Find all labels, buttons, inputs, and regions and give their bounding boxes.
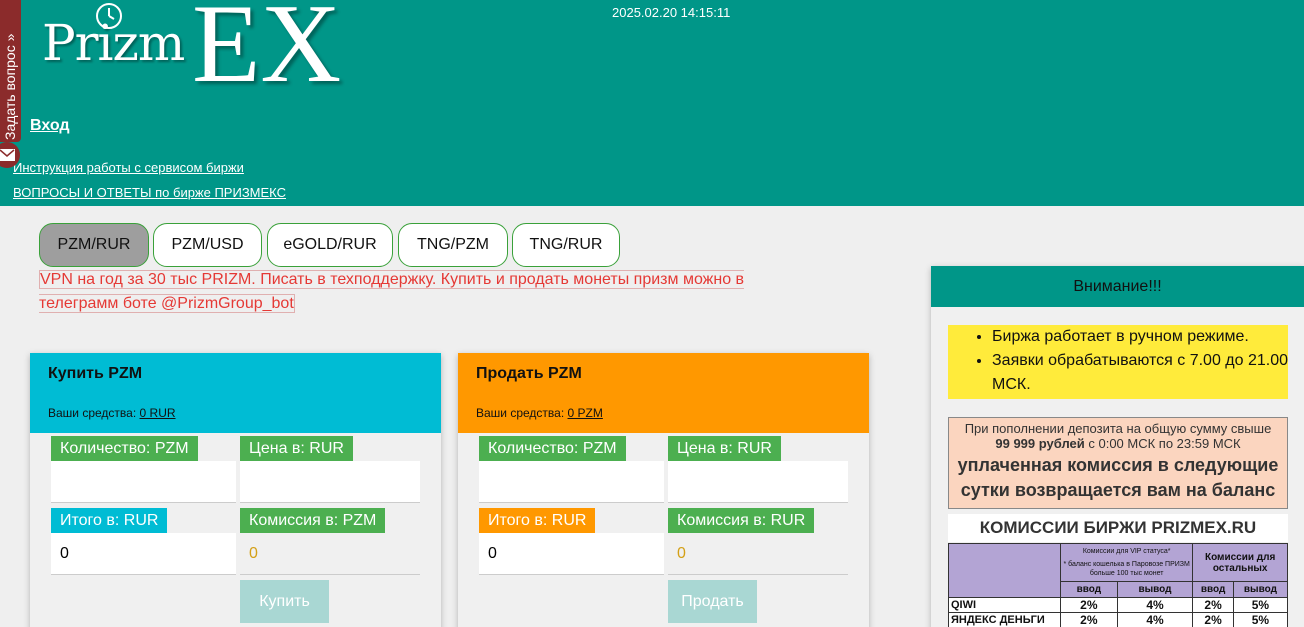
buy-fee-label: Комиссия в: PZM <box>240 508 386 534</box>
logo-ex-text: EX <box>192 0 342 106</box>
table-row: ЯНДЕКС ДЕНЬГИ 2% 4% 2% 5% <box>948 612 1289 627</box>
buy-button[interactable]: Купить <box>240 580 329 623</box>
sell-qty-label: Количество: PZM <box>479 436 626 462</box>
ask-question-tab[interactable]: Задать вопрос » <box>0 0 21 142</box>
sell-button[interactable]: Продать <box>668 580 757 623</box>
promo-line-1: При пополнении депозита на общую сумму с… <box>964 421 1272 436</box>
login-link[interactable]: Вход <box>30 117 70 135</box>
buy-total-input[interactable]: 0 <box>51 533 236 575</box>
others-header: Комиссии для остальных <box>1192 543 1288 582</box>
vip-header: Комиссии для VIP статуса* * баланс кошел… <box>1059 543 1194 582</box>
buy-fee-value: 0 <box>240 533 420 575</box>
server-datetime: 2025.02.20 14:15:11 <box>612 5 731 20</box>
buy-funds: Ваши средства: 0 RUR <box>48 406 176 420</box>
attention-list: Биржа работает в ручном режиме. Заявки о… <box>948 325 1288 399</box>
tab-pzm-rur[interactable]: PZM/RUR <box>39 223 149 267</box>
notice-banner: VPN на год за 30 тыс PRIZM. Писать в тех… <box>39 268 799 316</box>
buy-title: Купить PZM <box>48 365 143 382</box>
instructions-link[interactable]: Инструкция работы с сервисом биржи <box>13 160 244 175</box>
deposit-promo: При пополнении депозита на общую сумму с… <box>948 417 1288 509</box>
prizmex-logo[interactable]: Prizm EX <box>40 0 370 100</box>
sell-panel: Продать PZM Ваши средства: 0 PZM Количес… <box>458 353 869 627</box>
attention-panel: Внимание!!! Биржа работает в ручном режи… <box>931 266 1304 627</box>
commission-table: Комиссии для VIP статуса* * баланс кошел… <box>948 543 1289 627</box>
tab-egold-rur[interactable]: eGOLD/RUR <box>267 223 393 267</box>
tab-tng-pzm[interactable]: TNG/PZM <box>398 223 508 267</box>
sell-title: Продать PZM <box>476 365 582 382</box>
buy-panel-header: Купить PZM Ваши средства: 0 RUR <box>30 353 441 433</box>
sell-qty-input[interactable] <box>479 461 664 503</box>
clock-icon <box>96 3 122 29</box>
sell-total-label: Итого в: RUR <box>479 508 596 534</box>
sell-funds: Ваши средства: 0 PZM <box>476 406 603 420</box>
buy-price-input[interactable] <box>240 461 420 503</box>
attention-title: Внимание!!! <box>931 266 1304 307</box>
tab-tng-rur[interactable]: TNG/RUR <box>512 223 620 267</box>
col-vip-out: вывод <box>1116 581 1194 598</box>
promo-line-2: 99 999 рублей с 0:00 МСК по 23:59 МСК <box>995 436 1241 451</box>
sell-fee-value: 0 <box>668 533 848 575</box>
commission-title: КОМИССИИ БИРЖИ PRIZMEX.RU <box>948 514 1288 542</box>
ask-question-label: Задать вопрос » <box>2 33 18 140</box>
attention-item: Биржа работает в ручном режиме. <box>992 325 1288 349</box>
buy-funds-value[interactable]: 0 RUR <box>140 406 176 420</box>
site-header: Prizm EX 2025.02.20 14:15:11 Вход Инстру… <box>0 0 1304 206</box>
buy-qty-label: Количество: PZM <box>51 436 198 462</box>
sell-total-input[interactable]: 0 <box>479 533 664 575</box>
buy-price-label: Цена в: RUR <box>240 436 353 462</box>
sell-funds-value[interactable]: 0 PZM <box>568 406 603 420</box>
sell-price-input[interactable] <box>668 461 848 503</box>
table-row: QIWI 2% 4% 2% 5% <box>948 597 1289 613</box>
col-vip-in: ввод <box>1060 581 1118 598</box>
sell-panel-header: Продать PZM Ваши средства: 0 PZM <box>458 353 869 433</box>
sell-fee-label: Комиссия в: RUR <box>668 508 815 534</box>
notice-text: VPN на год за 30 тыс PRIZM. Писать в тех… <box>39 270 745 313</box>
buy-qty-input[interactable] <box>51 461 236 503</box>
promo-line-3: уплаченная комиссия в следующие сутки во… <box>957 455 1279 500</box>
sell-price-label: Цена в: RUR <box>668 436 781 462</box>
attention-item: Заявки обрабатываются с 7.00 до 21.00 МС… <box>992 349 1288 397</box>
col-oth-out: вывод <box>1232 581 1289 598</box>
tab-pzm-usd[interactable]: PZM/USD <box>153 223 262 267</box>
col-oth-in: ввод <box>1192 581 1234 598</box>
table-corner <box>948 543 1061 598</box>
double-chevron-icon: » <box>2 33 18 42</box>
faq-link[interactable]: ВОПРОСЫ И ОТВЕТЫ по бирже ПРИЗМЕКС <box>13 185 286 200</box>
buy-total-label: Итого в: RUR <box>51 508 168 534</box>
buy-panel: Купить PZM Ваши средства: 0 RUR Количест… <box>30 353 441 627</box>
